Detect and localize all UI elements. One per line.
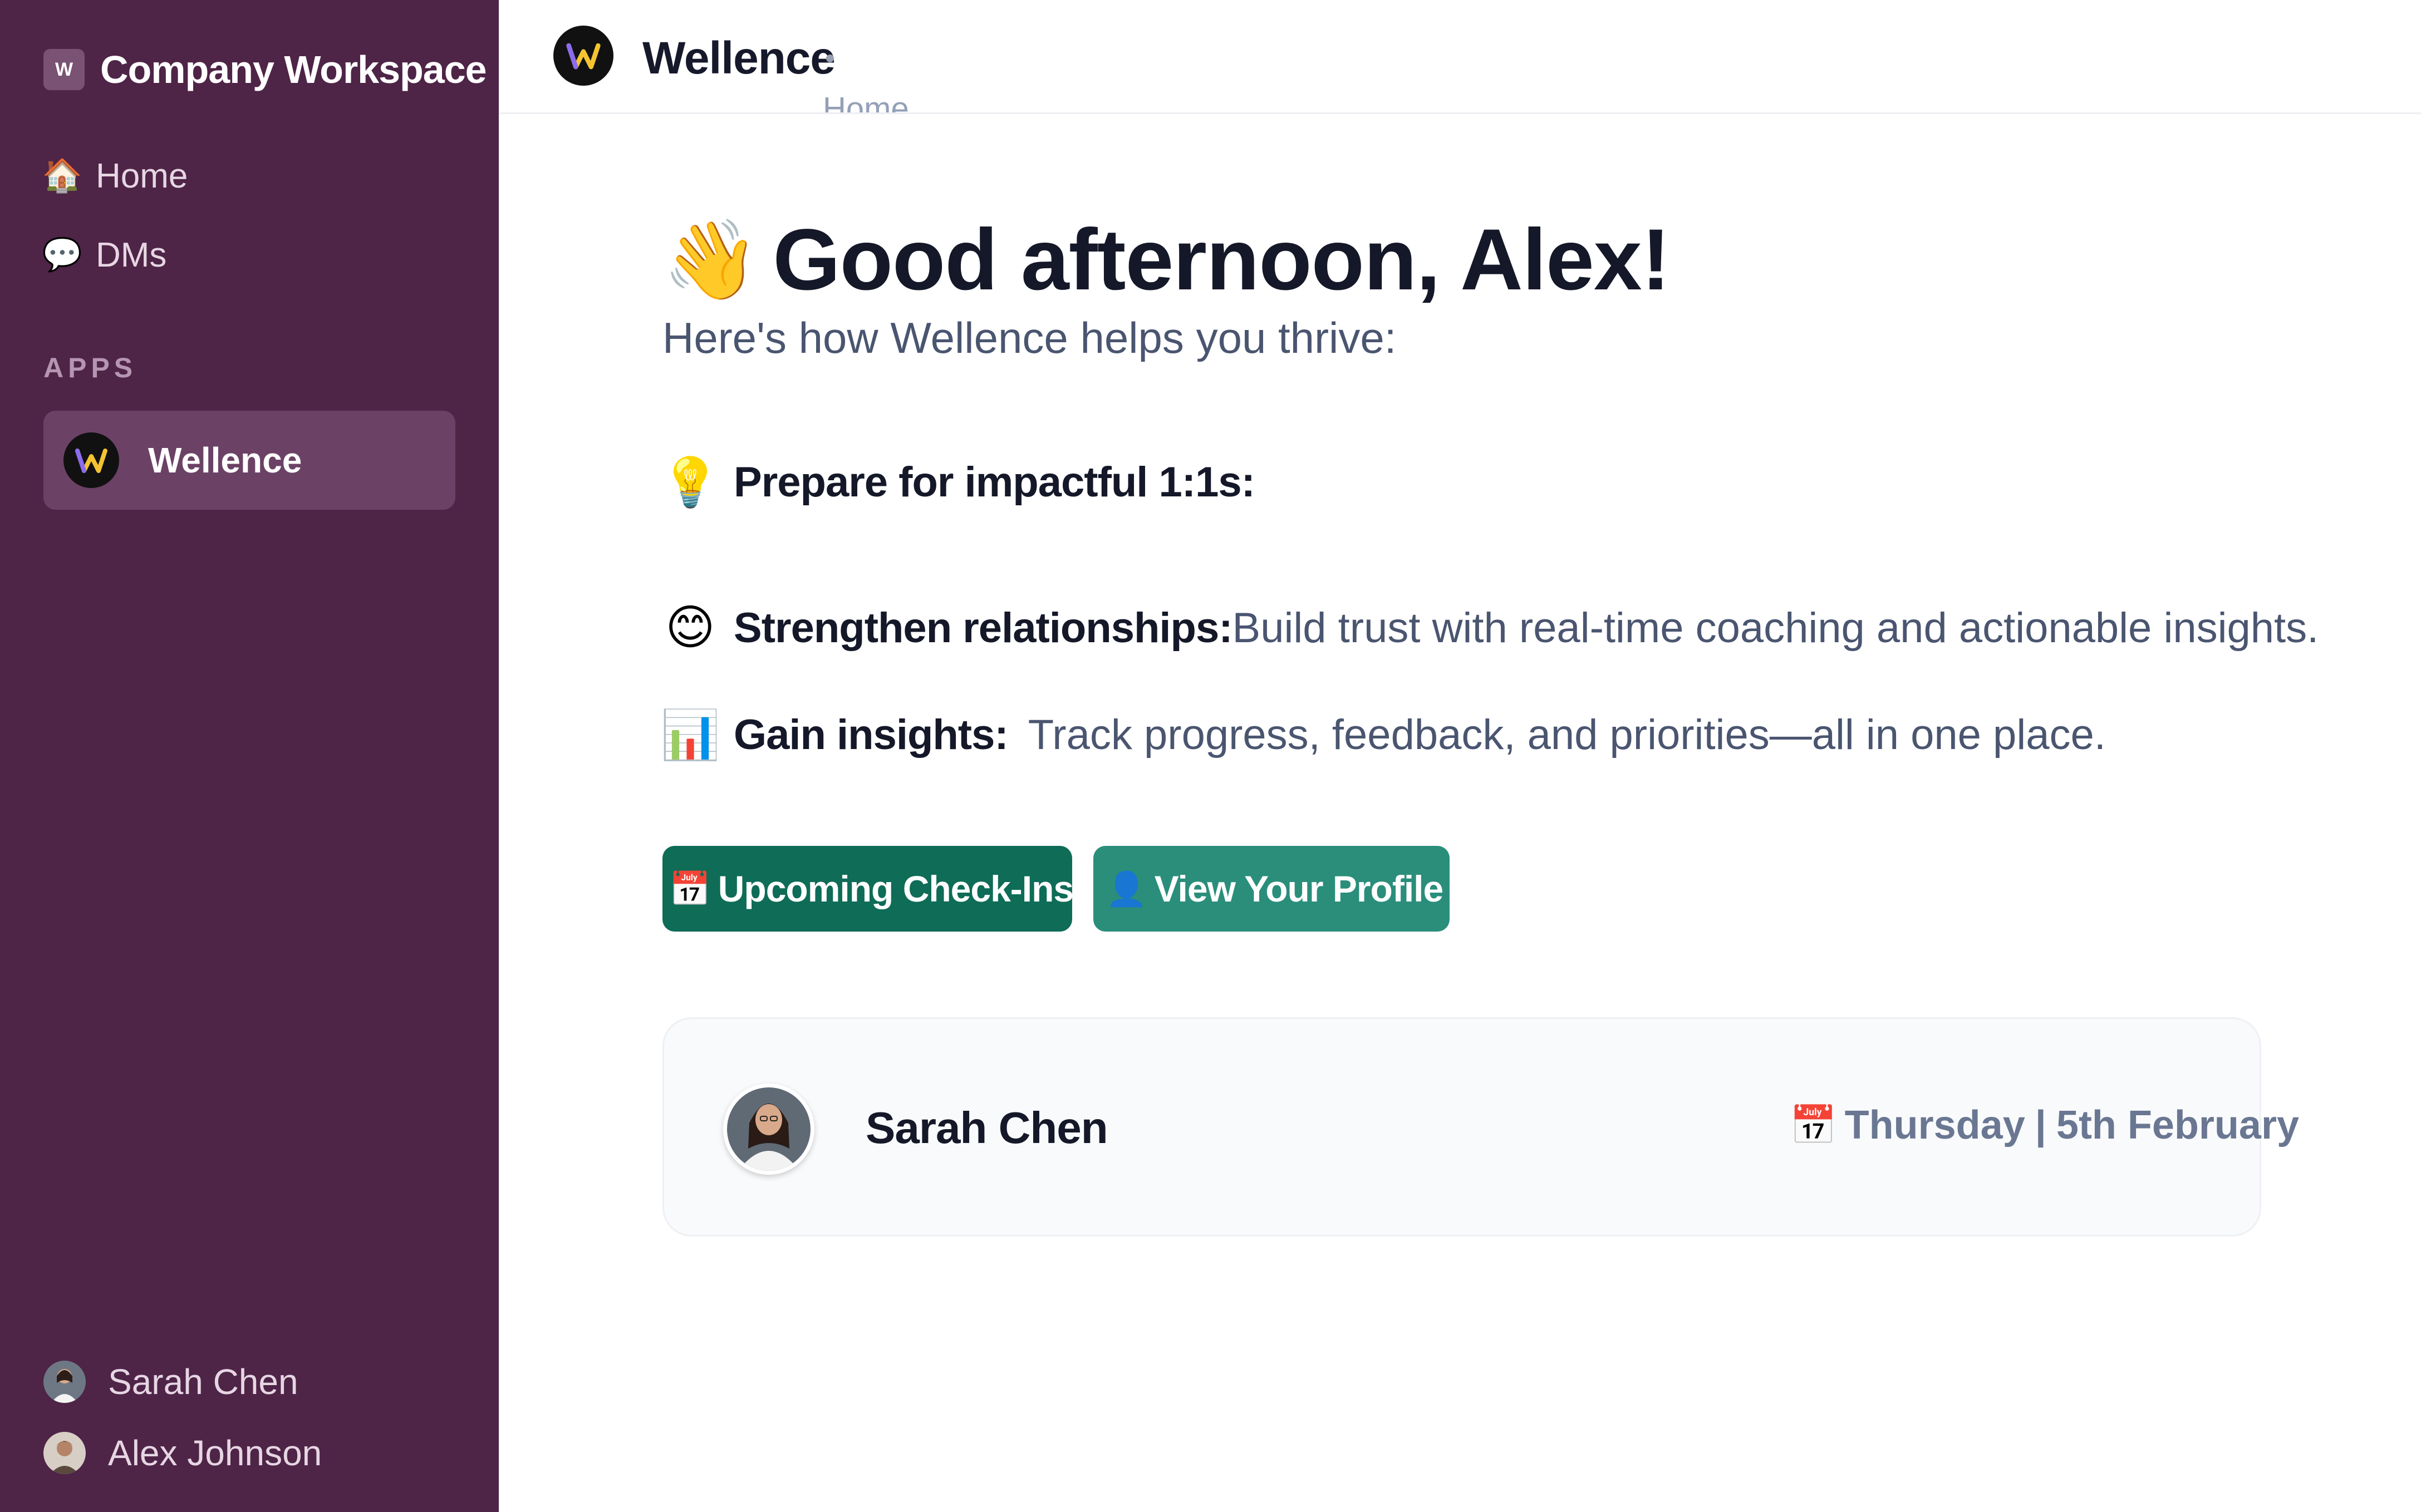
avatar — [723, 1083, 814, 1175]
feature-title: Gain insights: — [734, 711, 1009, 759]
calendar-icon: 📅 — [669, 870, 711, 908]
workspace-logo-icon: W — [43, 49, 85, 90]
upcoming-check-ins-button[interactable]: 📅 Upcoming Check-Ins — [662, 846, 1074, 932]
feature-description: Build trust with real-time coaching and … — [1232, 604, 2319, 652]
view-profile-button[interactable]: 👤 View Your Profile — [1093, 846, 1450, 932]
apps-section-label: APPS — [43, 352, 137, 383]
button-label: View Your Profile — [1154, 868, 1444, 909]
workspace-name: Company Workspace — [100, 48, 487, 91]
sidebar-item-label: Home — [96, 156, 188, 195]
sidebar-item-dms[interactable]: 💬 DMs — [42, 227, 167, 283]
sidebar-item-label: DMs — [96, 235, 167, 274]
feature-description: Track progress, feedback, and priorities… — [1028, 711, 2106, 759]
lightbulb-icon: 💡 — [660, 455, 720, 509]
avatar — [43, 1432, 86, 1474]
wellence-logo-icon — [63, 432, 119, 488]
sidebar: W Company Workspace 🏠 Home 💬 DMs APPS We… — [0, 0, 499, 1512]
feature-item: 📊 Gain insights: Track progress, feedbac… — [660, 707, 2106, 762]
user-silhouette-icon: 👤 — [1106, 870, 1147, 908]
workspace-header[interactable]: W Company Workspace — [43, 45, 487, 95]
check-in-date: 📅 Thursday | 5th February — [1790, 1102, 2299, 1148]
check-in-person-name: Sarah Chen — [866, 1103, 1108, 1153]
greeting-subtitle: Here's how Wellence helps you thrive: — [662, 313, 1397, 362]
house-icon: 🏠 — [42, 157, 83, 194]
app-header: Wellence Home — [499, 0, 2421, 114]
button-label: Upcoming Check-Ins — [718, 868, 1074, 909]
date-separator: | — [2035, 1103, 2046, 1147]
sidebar-user-alex[interactable]: Alex Johnson — [43, 1422, 322, 1484]
greeting-heading: 👋 Good afternoon, Alex! — [662, 210, 1671, 310]
tab-home[interactable]: Home — [823, 90, 909, 112]
feature-title: Strengthen relationships: — [734, 604, 1233, 652]
check-in-date-text: 5th February — [2056, 1103, 2300, 1147]
feature-item: 💡 Prepare for impactful 1:1s: — [660, 454, 1255, 510]
speech-bubble-icon: 💬 — [42, 237, 83, 273]
avatar — [43, 1361, 86, 1403]
app-window: W Company Workspace 🏠 Home 💬 DMs APPS We… — [0, 0, 2421, 1512]
sidebar-item-wellence[interactable]: Wellence — [43, 411, 455, 510]
bar-chart-icon: 📊 — [660, 708, 720, 762]
check-in-card[interactable]: Sarah Chen 📅 Thursday | 5th February — [662, 1017, 2299, 1237]
smiling-face-icon: 😊 — [665, 601, 715, 654]
check-in-day: Thursday — [1844, 1103, 2025, 1147]
status-dot-icon — [826, 55, 834, 62]
sidebar-user-sarah[interactable]: Sarah Chen — [43, 1351, 298, 1412]
calendar-icon: 📅 — [1790, 1104, 1837, 1146]
user-name: Sarah Chen — [108, 1362, 298, 1402]
feature-title: Prepare for impactful 1:1s: — [734, 458, 1255, 506]
user-name: Alex Johnson — [108, 1433, 322, 1473]
app-title: Wellence — [642, 33, 836, 83]
greeting-text: Good afternoon, Alex! — [773, 211, 1670, 308]
waving-hand-icon: 👋 — [662, 215, 760, 303]
feature-item: 😊 Strengthen relationships: Build trust … — [662, 600, 2319, 656]
sidebar-item-home[interactable]: 🏠 Home — [42, 148, 188, 204]
wellence-logo-icon — [553, 26, 613, 86]
sidebar-item-label: Wellence — [148, 440, 302, 480]
